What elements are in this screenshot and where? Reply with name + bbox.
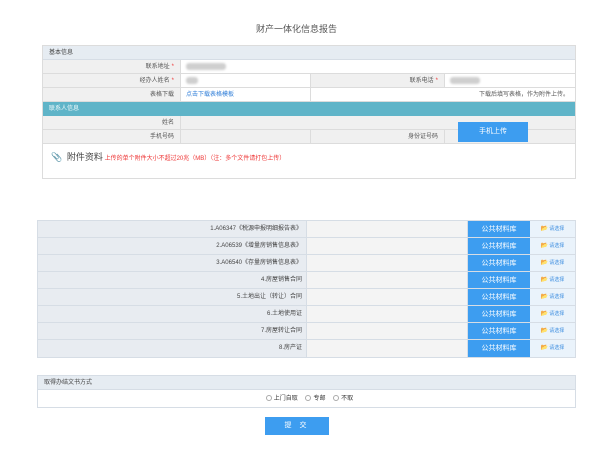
contact-id-label: 身份证号码 xyxy=(311,130,445,143)
material-name: 1.A06347《税源申报明细报告表》 xyxy=(38,221,307,237)
paperclip-icon: 📎 xyxy=(51,152,63,162)
folder-icon: 📂 xyxy=(540,294,549,300)
contact-info-header: 联系人信息 xyxy=(43,102,575,116)
select-file-label: 请选择 xyxy=(549,294,565,300)
material-file-field[interactable] xyxy=(307,238,468,254)
material-name: 8.房产证 xyxy=(38,340,307,357)
select-file-button[interactable]: 📂请选择 xyxy=(530,340,575,357)
radio-mail[interactable] xyxy=(305,395,312,402)
select-file-label: 请选择 xyxy=(549,311,565,317)
select-file-label: 请选择 xyxy=(549,260,565,266)
material-name: 4.房屋销售合同 xyxy=(38,272,307,288)
delivery-header: 取得办结文书方式 xyxy=(38,376,575,390)
select-file-button[interactable]: 📂请选择 xyxy=(530,221,575,237)
material-name: 7.房屋转让合同 xyxy=(38,323,307,339)
material-file-field[interactable] xyxy=(307,306,468,322)
attachment-title: 附件资料 xyxy=(66,152,103,162)
material-name: 3.A06540《存量房销售信息表》 xyxy=(38,255,307,271)
public-library-button[interactable]: 公共材料库 xyxy=(468,289,530,305)
address-row: 联系地址 * xyxy=(43,60,575,74)
public-library-button[interactable]: 公共材料库 xyxy=(468,340,530,357)
material-row: 5.土地出让（转让）合同 公共材料库 📂请选择 xyxy=(38,289,575,306)
radio-mail-label: 专邮 xyxy=(313,396,326,402)
applicant-label: 经办人姓名 * xyxy=(43,74,181,87)
folder-icon: 📂 xyxy=(540,328,549,334)
materials-table: 1.A06347《税源申报明细报告表》 公共材料库 📂请选择 2.A06539《增量房… xyxy=(37,220,576,358)
contact-mobile-field[interactable] xyxy=(181,130,311,143)
delivery-section: 取得办结文书方式 上门自取 专邮 不取 xyxy=(37,375,576,408)
material-row: 1.A06347《税源申报明细报告表》 公共材料库 📂请选择 xyxy=(38,221,575,238)
form-download-row: 表格下载 点击下载表格模板 下载后填写表格，作为附件上传。 xyxy=(43,88,575,102)
address-field[interactable] xyxy=(181,60,575,73)
select-file-label: 请选择 xyxy=(549,277,565,283)
form-download-link[interactable]: 点击下载表格模板 xyxy=(181,88,311,101)
material-row: 4.房屋销售合同 公共材料库 📂请选择 xyxy=(38,272,575,289)
select-file-button[interactable]: 📂请选择 xyxy=(530,289,575,305)
public-library-button[interactable]: 公共材料库 xyxy=(468,306,530,322)
select-file-button[interactable]: 📂请选择 xyxy=(530,323,575,339)
material-file-field[interactable] xyxy=(307,255,468,271)
material-file-field[interactable] xyxy=(307,340,468,357)
select-file-label: 请选择 xyxy=(549,345,565,351)
radio-none-label: 不取 xyxy=(341,396,354,402)
folder-icon: 📂 xyxy=(540,260,549,266)
public-library-button[interactable]: 公共材料库 xyxy=(468,255,530,271)
phone-label: 联系电话 * xyxy=(311,74,445,87)
folder-icon: 📂 xyxy=(540,345,549,351)
material-row: 7.房屋转让合同 公共材料库 📂请选择 xyxy=(38,323,575,340)
material-row: 6.土地使用证 公共材料库 📂请选择 xyxy=(38,306,575,323)
radio-pickup[interactable] xyxy=(265,395,272,402)
select-file-button[interactable]: 📂请选择 xyxy=(530,255,575,271)
folder-icon: 📂 xyxy=(540,311,549,317)
delivery-options: 上门自取 专邮 不取 xyxy=(38,390,575,408)
material-row: 3.A06540《存量房销售信息表》 公共材料库 📂请选择 xyxy=(38,255,575,272)
form-download-label: 表格下载 xyxy=(43,88,181,101)
page-title: 财产一体化信息报告 xyxy=(255,24,337,34)
contact-name-label: 姓名 xyxy=(43,116,181,129)
public-library-button[interactable]: 公共材料库 xyxy=(468,323,530,339)
public-library-button[interactable]: 公共材料库 xyxy=(468,221,530,237)
basic-info-header: 基本信息 xyxy=(43,46,575,60)
address-label: 联系地址 * xyxy=(43,60,181,73)
form-download-note: 下载后填写表格，作为附件上传。 xyxy=(311,88,575,101)
select-file-button[interactable]: 📂请选择 xyxy=(530,306,575,322)
radio-pickup-label: 上门自取 xyxy=(273,396,298,402)
material-name: 6.土地使用证 xyxy=(38,306,307,322)
applicant-field[interactable] xyxy=(181,74,311,87)
material-file-field[interactable] xyxy=(307,272,468,288)
material-file-field[interactable] xyxy=(307,289,468,305)
basic-info-section: 基本信息 联系地址 * 经办人姓名 * 联系电话 * 表格下载 点击下载表格模板 下载… xyxy=(42,45,576,179)
material-file-field[interactable] xyxy=(307,323,468,339)
attachment-row: 📎 附件资料 上传的单个附件大小不超过20兆（MB）（注：多个文件请打包上传） xyxy=(43,144,575,178)
select-file-button[interactable]: 📂请选择 xyxy=(530,238,575,254)
mobile-upload-button[interactable]: 手机上传 xyxy=(458,122,528,142)
phone-field[interactable] xyxy=(445,74,575,87)
folder-icon: 📂 xyxy=(540,277,549,283)
folder-icon: 📂 xyxy=(540,243,549,249)
material-file-field[interactable] xyxy=(307,221,468,237)
radio-none[interactable] xyxy=(333,395,340,402)
attachment-hint: 上传的单个附件大小不超过20兆（MB）（注：多个文件请打包上传） xyxy=(104,156,286,162)
attachment-info: 📎 附件资料 上传的单个附件大小不超过20兆（MB）（注：多个文件请打包上传） xyxy=(43,150,343,163)
select-file-label: 请选择 xyxy=(549,226,565,232)
select-file-button[interactable]: 📂请选择 xyxy=(530,272,575,288)
material-name: 2.A06539《增量房销售信息表》 xyxy=(38,238,307,254)
material-row: 2.A06539《增量房销售信息表》 公共材料库 📂请选择 xyxy=(38,238,575,255)
submit-button[interactable]: 提 交 xyxy=(265,417,329,435)
material-name: 5.土地出让（转让）合同 xyxy=(38,289,307,305)
applicant-row: 经办人姓名 * 联系电话 * xyxy=(43,74,575,88)
select-file-label: 请选择 xyxy=(549,243,565,249)
material-row: 8.房产证 公共材料库 📂请选择 xyxy=(38,340,575,357)
public-library-button[interactable]: 公共材料库 xyxy=(468,272,530,288)
contact-mobile-label: 手机号码 xyxy=(43,130,181,143)
select-file-label: 请选择 xyxy=(549,328,565,334)
folder-icon: 📂 xyxy=(540,226,549,232)
public-library-button[interactable]: 公共材料库 xyxy=(468,238,530,254)
